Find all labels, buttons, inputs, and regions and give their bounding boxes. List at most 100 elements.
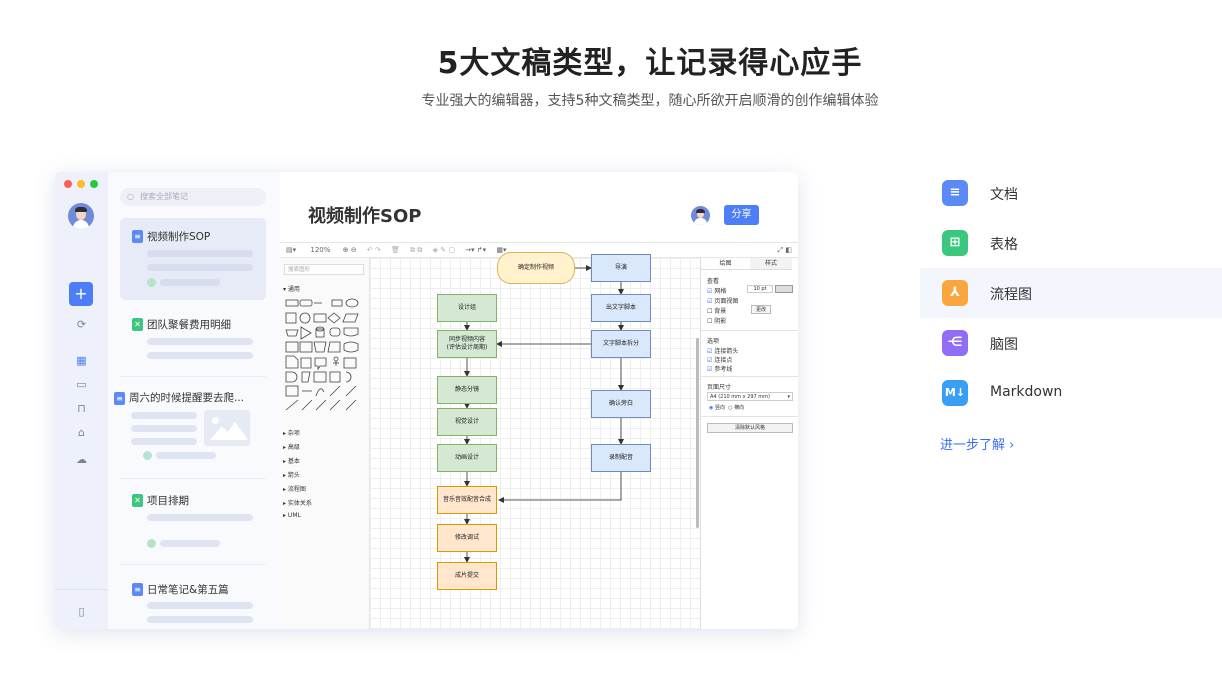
tab-style[interactable]: 样式 <box>750 258 792 270</box>
shape-search-input[interactable]: 搜索图形 <box>284 264 364 275</box>
diagram-canvas[interactable]: 确定制作视频 导演 出文字脚本 文字脚本拆分 确认旁白 录制配音 设计组 同步视… <box>370 252 700 629</box>
fill-icon[interactable]: ◈ ✎ ▢ <box>433 246 455 254</box>
type-item-doc[interactable]: ≡ 文档 <box>920 168 1222 218</box>
format-panel: 绘图 样式 查看 ☑ 网格 10 pt ☑ 页面视图 ☐ 背景 更改 ☐ 阴影 … <box>700 258 798 629</box>
image-icon <box>204 410 250 446</box>
option-page-view[interactable]: ☑ 页面视图 <box>707 296 738 305</box>
shape-grid[interactable] <box>284 296 366 416</box>
avatar[interactable] <box>68 203 94 229</box>
note-title: 项目排期 <box>147 495 189 507</box>
page-icon[interactable]: ▤▾ <box>286 246 296 254</box>
sidebar-toggle-icon[interactable]: ▯ <box>75 605 88 618</box>
flow-node-director[interactable]: 导演 <box>591 254 651 282</box>
notes-list: ○ 搜索全部笔记 ≡ 视频制作SOP ✕ 团队聚餐费用明细 ≡ 周六的时候提醒要… <box>108 172 280 629</box>
folder-icon[interactable]: ▭ <box>75 378 88 391</box>
editor-pane: 视频制作SOP 分享 ▤▾ 120% ⊕ ⊖ ↶ ↷ 🗑 ⧉ ⧉ ◈ ✎ ▢ →… <box>280 172 798 629</box>
flow-node-final[interactable]: 成片提交 <box>437 562 497 590</box>
fullscreen-icon[interactable]: ⤢ ◧ <box>778 243 792 257</box>
flow-node-record[interactable]: 录制配音 <box>591 444 651 472</box>
bookmark-icon[interactable]: ⊓ <box>75 402 88 415</box>
zoom-select[interactable]: 120% <box>310 246 330 254</box>
shape-group-header[interactable]: ▸ 流程图 <box>283 484 306 493</box>
note-title: 团队聚餐费用明细 <box>147 319 231 331</box>
reset-style-button[interactable]: 清除默认风格 <box>707 423 793 433</box>
doc-icon: ≡ <box>132 583 143 596</box>
note-title: 日常笔记&第五篇 <box>147 584 229 596</box>
list-item[interactable]: ✕ 项目排期 <box>120 488 266 558</box>
option-points[interactable]: ☑ 连接点 <box>707 355 732 364</box>
copy-icon[interactable]: ⧉ ⧉ <box>410 246 422 254</box>
flow-node-script[interactable]: 出文字脚本 <box>591 294 651 322</box>
grid-color-swatch[interactable] <box>775 285 793 293</box>
shape-group-header[interactable]: ▸ 高级 <box>283 442 300 451</box>
minimize-dot[interactable] <box>77 180 85 188</box>
flow-node-design[interactable]: 设计组 <box>437 294 497 322</box>
flow-node-music[interactable]: 音乐音效配音合成 <box>437 486 497 514</box>
flow-node-revise[interactable]: 修改调试 <box>437 524 497 552</box>
mindmap-icon: ⋲ <box>942 330 968 356</box>
flow-node-visual[interactable]: 视觉设计 <box>437 408 497 436</box>
collaborator-avatar[interactable] <box>691 206 710 225</box>
note-title: 视频制作SOP <box>147 231 211 243</box>
shapes-panel: 搜索图形 ▾ 通用 ▸ 杂项 ▸ 高级 ▸ 基本 ▸ 箭头 ▸ 流程图 ▸ 实体… <box>280 258 370 629</box>
list-item[interactable]: ≡ 视频制作SOP <box>120 218 266 300</box>
option-guides[interactable]: ☑ 参考线 <box>707 364 732 373</box>
type-item-mindmap[interactable]: ⋲ 脑图 <box>920 318 1222 368</box>
delete-icon[interactable]: 🗑 <box>391 246 400 254</box>
list-item[interactable]: ≡ 日常笔记&第五篇 <box>120 576 266 626</box>
connector-icon[interactable]: →▾ ↱▾ <box>465 246 486 254</box>
list-item[interactable]: ≡ 周六的时候提醒要去爬... <box>114 384 266 464</box>
flow-node-static[interactable]: 静态分镜 <box>437 376 497 404</box>
canvas-scrollbar[interactable] <box>696 338 699 528</box>
tab-draw[interactable]: 绘图 <box>701 258 750 270</box>
left-rail: + ⟳ ▦ ▭ ⊓ ⌂ ☁ ▯ <box>55 172 108 629</box>
type-item-flowchart[interactable]: ⅄ 流程图 <box>920 268 1222 318</box>
sync-icon[interactable]: ⟳ <box>75 318 88 331</box>
search-icon: ○ <box>127 192 134 201</box>
sheet-icon: ✕ <box>132 318 143 331</box>
close-dot[interactable] <box>64 180 72 188</box>
doc-icon: ≡ <box>114 392 125 405</box>
page-subtitle: 专业强大的编辑器，支持5种文稿类型，随心所欲开启顺滑的创作编辑体验 <box>421 93 879 109</box>
section-heading: 页面尺寸 <box>707 384 732 391</box>
add-icon[interactable]: + <box>69 282 93 306</box>
search-input[interactable]: ○ 搜索全部笔记 <box>120 188 266 206</box>
cloud-icon[interactable]: ☁ <box>75 453 88 466</box>
doc-icon: ≡ <box>132 230 143 243</box>
shape-group-header[interactable]: ▸ UML <box>283 512 301 519</box>
grid-icon[interactable]: ▦ <box>75 354 88 367</box>
shape-group-header[interactable]: ▸ 箭头 <box>283 470 300 479</box>
table-icon: ⊞ <box>942 230 968 256</box>
trash-icon[interactable]: ⌂ <box>75 426 88 439</box>
shape-group-header[interactable]: ▸ 实体关系 <box>283 498 312 507</box>
list-item[interactable]: ✕ 团队聚餐费用明细 <box>120 312 266 372</box>
learn-more-link[interactable]: 进一步了解 › <box>940 434 1014 453</box>
shape-group-header[interactable]: ▾ 通用 <box>283 284 300 293</box>
paper-size-select[interactable]: A4 (210 mm x 297 mm) ▾ <box>707 392 793 401</box>
option-background[interactable]: ☐ 背景 <box>707 306 726 315</box>
undo-icon[interactable]: ↶ ↷ <box>367 246 381 254</box>
doc-icon: ≡ <box>942 180 968 206</box>
maximize-dot[interactable] <box>90 180 98 188</box>
zoom-in-icon[interactable]: ⊕ ⊖ <box>343 246 357 254</box>
section-heading: 查看 <box>707 278 720 285</box>
option-grid[interactable]: ☑ 网格 <box>707 286 726 295</box>
option-shadow[interactable]: ☐ 阴影 <box>707 316 726 325</box>
orientation-radio[interactable]: ◉ 竖向 ○ 横向 <box>709 404 744 411</box>
shape-group-header[interactable]: ▸ 基本 <box>283 456 300 465</box>
flow-node-motion[interactable]: 动画设计 <box>437 444 497 472</box>
type-item-markdown[interactable]: M↓ Markdown <box>920 368 1222 418</box>
flow-node-sync[interactable]: 同步视频内容 (评估设计周期) <box>437 330 497 358</box>
section-heading: 选项 <box>707 338 720 345</box>
share-button[interactable]: 分享 <box>724 205 759 225</box>
flow-node-start[interactable]: 确定制作视频 <box>497 252 575 284</box>
grid-size-input[interactable]: 10 pt <box>747 285 773 293</box>
option-arrows[interactable]: ☑ 连接箭头 <box>707 346 738 355</box>
type-item-sheet[interactable]: ⊞ 表格 <box>920 218 1222 268</box>
shape-group-header[interactable]: ▸ 杂项 <box>283 428 300 437</box>
flow-node-split[interactable]: 文字脚本拆分 <box>591 330 651 358</box>
edit-button[interactable]: 更改 <box>751 305 771 314</box>
note-title: 周六的时候提醒要去爬... <box>129 392 245 404</box>
sheet-icon: ✕ <box>132 494 143 507</box>
flow-node-confirm[interactable]: 确认旁白 <box>591 390 651 418</box>
